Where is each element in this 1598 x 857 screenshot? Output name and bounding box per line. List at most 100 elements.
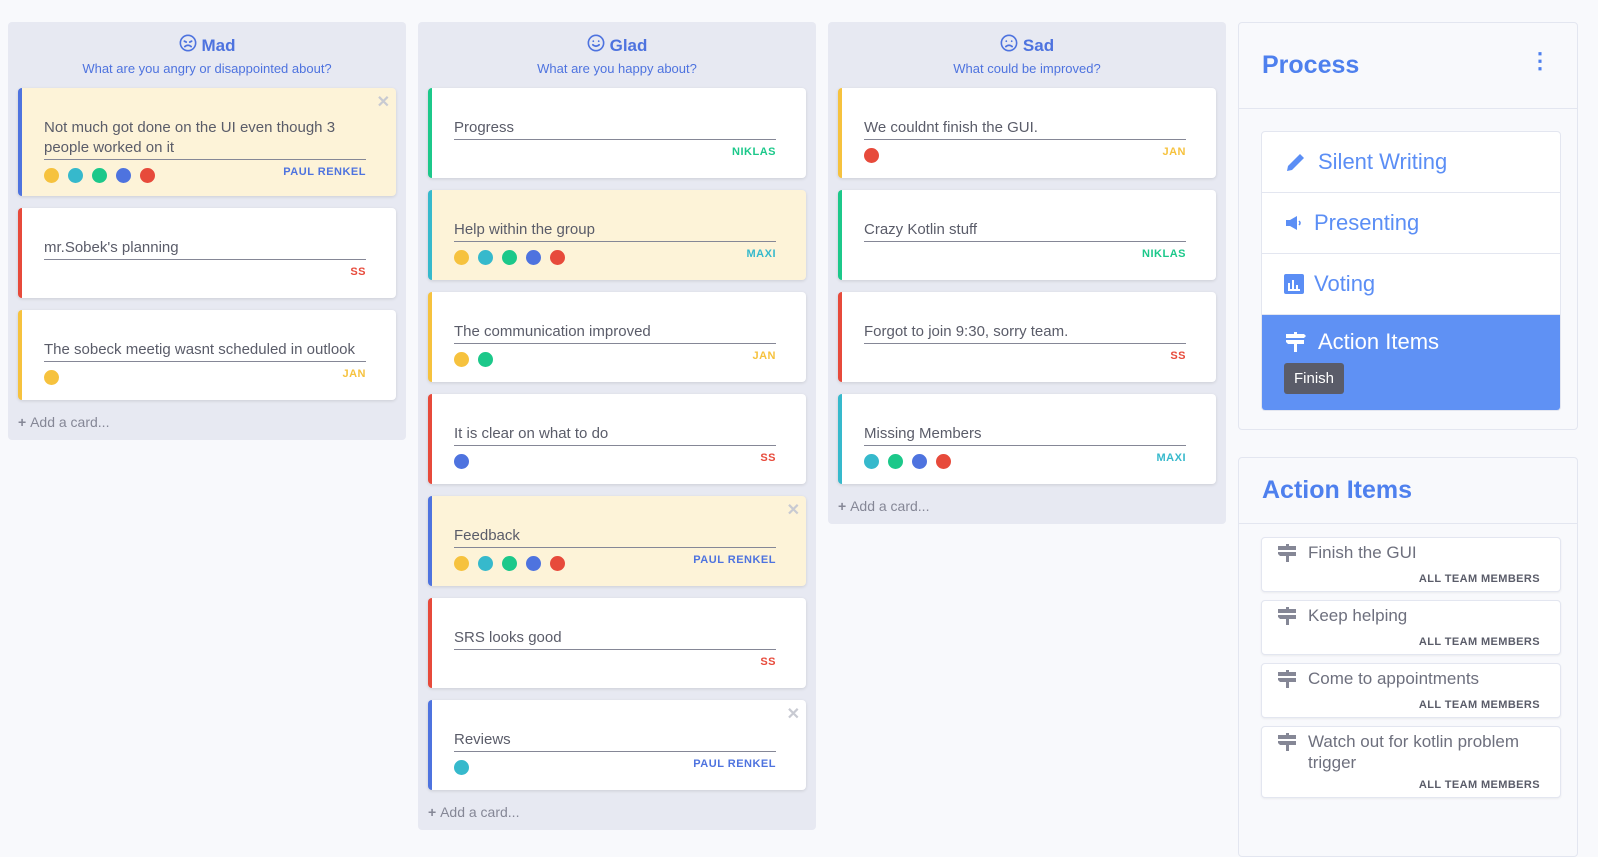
card-text[interactable]: Crazy Kotlin stuff xyxy=(864,220,1186,242)
vote-dot[interactable] xyxy=(478,250,493,265)
vote-dot[interactable] xyxy=(92,168,107,183)
vote-dot[interactable] xyxy=(454,250,469,265)
retro-card[interactable]: Help within the group MAXI xyxy=(428,190,806,280)
vote-dot[interactable] xyxy=(140,168,155,183)
card-footer: NIKLAS xyxy=(864,246,1186,266)
card-text[interactable]: We couldnt finish the GUI. xyxy=(864,118,1186,140)
column-title-text: Glad xyxy=(609,35,648,55)
card-text[interactable]: Help within the group xyxy=(454,220,776,242)
retro-card[interactable]: Missing Members MAXI xyxy=(838,394,1216,484)
retro-card[interactable]: ✕ Feedback PAUL RENKEL xyxy=(428,496,806,586)
column-header: Sad What could be improved? xyxy=(838,22,1216,88)
process-step-presenting[interactable]: Presenting xyxy=(1262,193,1560,254)
vote-dot[interactable] xyxy=(454,760,469,775)
card-text[interactable]: Progress xyxy=(454,118,776,140)
finish-button[interactable]: Finish xyxy=(1284,363,1345,394)
column-subtitle: What could be improved? xyxy=(953,61,1101,76)
megaphone-icon xyxy=(1284,213,1304,233)
action-item[interactable]: Come to appointments ALL TEAM MEMBERS xyxy=(1261,663,1561,718)
vote-dot[interactable] xyxy=(936,454,951,469)
card-text[interactable]: SRS looks good xyxy=(454,628,776,650)
card-text[interactable]: Forgot to join 9:30, sorry team. xyxy=(864,322,1186,344)
vote-dot[interactable] xyxy=(912,454,927,469)
retro-card[interactable]: Forgot to join 9:30, sorry team. SS xyxy=(838,292,1216,382)
retro-card[interactable]: We couldnt finish the GUI. JAN xyxy=(838,88,1216,178)
add-card-button[interactable]: + Add a card... xyxy=(18,412,396,430)
retro-card[interactable]: ✕ Not much got done on the UI even though… xyxy=(18,88,396,196)
action-item[interactable]: Watch out for kotlin problem trigger ALL … xyxy=(1261,726,1561,798)
close-icon[interactable]: ✕ xyxy=(377,92,390,112)
action-item[interactable]: Finish the GUI ALL TEAM MEMBERS xyxy=(1261,537,1561,592)
more-options-icon[interactable]: ⋮ xyxy=(1529,48,1551,74)
vote-dot[interactable] xyxy=(502,250,517,265)
vote-dot[interactable] xyxy=(550,250,565,265)
process-step-silent-writing[interactable]: Silent Writing xyxy=(1262,132,1560,193)
action-item-owner: ALL TEAM MEMBERS xyxy=(1418,699,1540,711)
action-item-row: Watch out for kotlin problem trigger xyxy=(1276,731,1540,773)
vote-dot[interactable] xyxy=(888,454,903,469)
close-icon[interactable]: ✕ xyxy=(787,500,800,520)
card-text[interactable]: Not much got done on the UI even though … xyxy=(44,118,366,160)
card-text[interactable]: The communication improved xyxy=(454,322,776,344)
action-item-text: Keep helping xyxy=(1308,606,1408,625)
retro-card[interactable]: SRS looks good SS xyxy=(428,598,806,688)
card-text[interactable]: Feedback xyxy=(454,526,776,548)
column-title: Glad xyxy=(428,34,806,57)
vote-dot[interactable] xyxy=(44,168,59,183)
process-step-action-items[interactable]: Action Items Finish xyxy=(1262,315,1560,410)
card-author: MAXI xyxy=(1156,452,1186,464)
retro-card[interactable]: ✕ Reviews PAUL RENKEL xyxy=(428,700,806,790)
column-mad: Mad What are you angry or disappointed ab… xyxy=(8,22,406,440)
card-footer: SS xyxy=(864,348,1186,368)
card-text[interactable]: mr.Sobek's planning xyxy=(44,238,366,260)
card-text[interactable]: The sobeck meetig wasnt scheduled in out… xyxy=(44,340,366,362)
card-author: SS xyxy=(760,452,776,464)
card-text[interactable]: Missing Members xyxy=(864,424,1186,446)
vote-dot[interactable] xyxy=(526,556,541,571)
close-icon[interactable]: ✕ xyxy=(787,704,800,724)
vote-dot[interactable] xyxy=(502,556,517,571)
add-card-button[interactable]: + Add a card... xyxy=(428,802,806,820)
retro-card[interactable]: Crazy Kotlin stuff NIKLAS xyxy=(838,190,1216,280)
vote-dot[interactable] xyxy=(454,454,469,469)
column-subtitle: What are you happy about? xyxy=(537,61,697,76)
vote-dot[interactable] xyxy=(526,250,541,265)
vote-dot[interactable] xyxy=(478,352,493,367)
retro-card[interactable]: The communication improved JAN xyxy=(428,292,806,382)
vote-dots xyxy=(864,454,951,469)
plus-icon: + xyxy=(18,414,31,430)
action-item[interactable]: Keep helping ALL TEAM MEMBERS xyxy=(1261,600,1561,655)
vote-dot[interactable] xyxy=(864,148,879,163)
process-step-voting[interactable]: Voting xyxy=(1262,254,1560,315)
step-row: Silent Writing xyxy=(1284,149,1447,175)
vote-dot[interactable] xyxy=(454,556,469,571)
card-author: JAN xyxy=(752,350,776,362)
card-text[interactable]: Reviews xyxy=(454,730,776,752)
vote-dot[interactable] xyxy=(44,370,59,385)
card-author: SS xyxy=(350,266,366,278)
vote-dot[interactable] xyxy=(68,168,83,183)
card-text[interactable]: It is clear on what to do xyxy=(454,424,776,446)
column-sad: Sad What could be improved? We couldnt fin… xyxy=(828,22,1226,524)
vote-dot[interactable] xyxy=(550,556,565,571)
retro-card[interactable]: It is clear on what to do SS xyxy=(428,394,806,484)
action-item-row: Keep helping xyxy=(1276,605,1540,630)
action-item-row: Finish the GUI xyxy=(1276,542,1540,567)
step-label: Voting xyxy=(1314,271,1376,296)
vote-dot[interactable] xyxy=(478,556,493,571)
smile-face-icon xyxy=(587,34,605,57)
card-footer: PAUL RENKEL xyxy=(44,164,366,184)
column-subtitle: What are you angry or disappointed about… xyxy=(82,61,332,76)
add-card-label: Add a card... xyxy=(440,804,520,820)
retro-card[interactable]: The sobeck meetig wasnt scheduled in out… xyxy=(18,310,396,400)
vote-dot[interactable] xyxy=(454,352,469,367)
vote-dot[interactable] xyxy=(116,168,131,183)
vote-dot[interactable] xyxy=(864,454,879,469)
card-author: PAUL RENKEL xyxy=(693,554,776,566)
card-footer: SS xyxy=(454,450,776,470)
retro-card[interactable]: mr.Sobek's planning SS xyxy=(18,208,396,298)
add-card-button[interactable]: + Add a card... xyxy=(838,496,1216,514)
retro-card[interactable]: Progress NIKLAS xyxy=(428,88,806,178)
card-author: JAN xyxy=(1162,146,1186,158)
card-author: NIKLAS xyxy=(732,146,776,158)
